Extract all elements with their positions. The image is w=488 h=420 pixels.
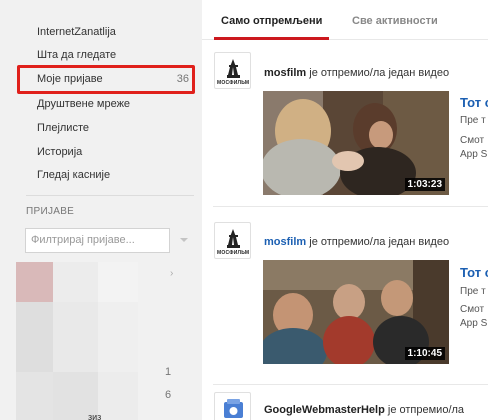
feed-action-text: је отпремио/ла један видео [309, 67, 450, 79]
feed-entry-header: mosfilm је отпремио/ла један видео [264, 236, 449, 248]
video-thumbnail[interactable]: 1:03:23 [263, 91, 449, 195]
subscription-thumb[interactable] [98, 372, 138, 420]
channel-avatar[interactable] [214, 392, 251, 420]
subscription-count: 6 [165, 389, 172, 401]
sidebar-item-label: Плејлисте [37, 122, 89, 134]
video-meta: App S [460, 318, 488, 329]
tab-all-activity[interactable]: Све активности [352, 15, 438, 27]
video-duration: 1:03:23 [404, 178, 445, 191]
tab-uploads-only[interactable]: Само отпремљени [221, 15, 322, 27]
feed-action-text: је отпремио/ла [387, 404, 465, 416]
sidebar-item-social[interactable]: Друштвене мреже [37, 93, 130, 115]
feed-divider [213, 384, 488, 385]
filter-subscriptions-input[interactable]: Филтрирај пријаве... [25, 228, 170, 253]
sidebar-divider [26, 195, 194, 196]
sidebar: InternetZanatlija Шта да гледате Моје пр… [0, 0, 202, 420]
sidebar-item-label: Друштвене мреже [37, 98, 131, 110]
sidebar-item-label: Историја [37, 146, 83, 158]
sidebar-item-history[interactable]: Историја [37, 141, 82, 163]
subscription-thumb[interactable] [98, 302, 138, 372]
video-meta: App S [460, 149, 488, 160]
video-thumbnail[interactable]: 1:10:45 [263, 260, 449, 364]
sidebar-item-what-to-watch[interactable]: Шта да гледате [37, 44, 116, 66]
video-title-link[interactable]: Тот с [460, 265, 488, 280]
subscription-count: 1 [165, 366, 172, 378]
highlight-box [17, 65, 195, 94]
channel-avatar[interactable]: МОСФИЛЬМ [214, 222, 251, 259]
feed-entry-header: GoogleWebmasterHelp је отпремио/ла [264, 404, 464, 416]
subscription-name: зиз [88, 412, 102, 420]
chevron-down-icon[interactable] [180, 238, 188, 242]
video-duration: 1:10:45 [404, 347, 445, 360]
feed-divider [213, 206, 488, 207]
subscriptions-section-title: ПРИЈАВЕ [26, 206, 75, 217]
google-webmaster-icon [224, 399, 243, 418]
sidebar-item-channel[interactable]: InternetZanatlija [37, 21, 116, 43]
sidebar-item-label: Гледај касније [37, 169, 111, 181]
mosfilm-logo-text: МОСФИЛЬМ [217, 80, 250, 86]
channel-avatar[interactable]: МОСФИЛЬМ [214, 52, 251, 89]
video-meta: Пре т [460, 286, 486, 297]
mosfilm-logo-text: МОСФИЛЬМ [217, 250, 250, 256]
video-meta: Смот [460, 135, 485, 146]
feed-entry-header: mosfilm је отпремио/ла један видео [264, 67, 449, 79]
feed-tabs: Само отпремљени Све активности [202, 0, 488, 40]
sidebar-item-playlists[interactable]: Плејлисте [37, 117, 89, 139]
subscription-thumb[interactable] [53, 302, 98, 372]
subscription-thumb[interactable] [53, 262, 98, 302]
video-meta: Смот [460, 304, 485, 315]
channel-name-link[interactable]: GoogleWebmasterHelp [264, 404, 385, 416]
sidebar-item-label: InternetZanatlija [37, 26, 116, 38]
sidebar-item-label: Шта да гледате [37, 49, 117, 61]
feed-action-text: је отпремио/ла један видео [309, 236, 450, 248]
video-meta: Пре т [460, 115, 486, 126]
sidebar-item-watch-later[interactable]: Гледај касније [37, 164, 110, 186]
chevron-right-icon[interactable]: › [170, 268, 173, 279]
active-tab-indicator [214, 37, 329, 40]
subscription-thumb[interactable] [16, 302, 53, 372]
subscription-thumb[interactable] [16, 372, 53, 420]
subscription-thumb[interactable] [16, 262, 53, 302]
subscription-thumb[interactable] [98, 262, 138, 302]
channel-name-link[interactable]: mosfilm [264, 67, 306, 79]
channel-name-link[interactable]: mosfilm [264, 236, 306, 248]
video-title-link[interactable]: Тот с [460, 95, 488, 110]
